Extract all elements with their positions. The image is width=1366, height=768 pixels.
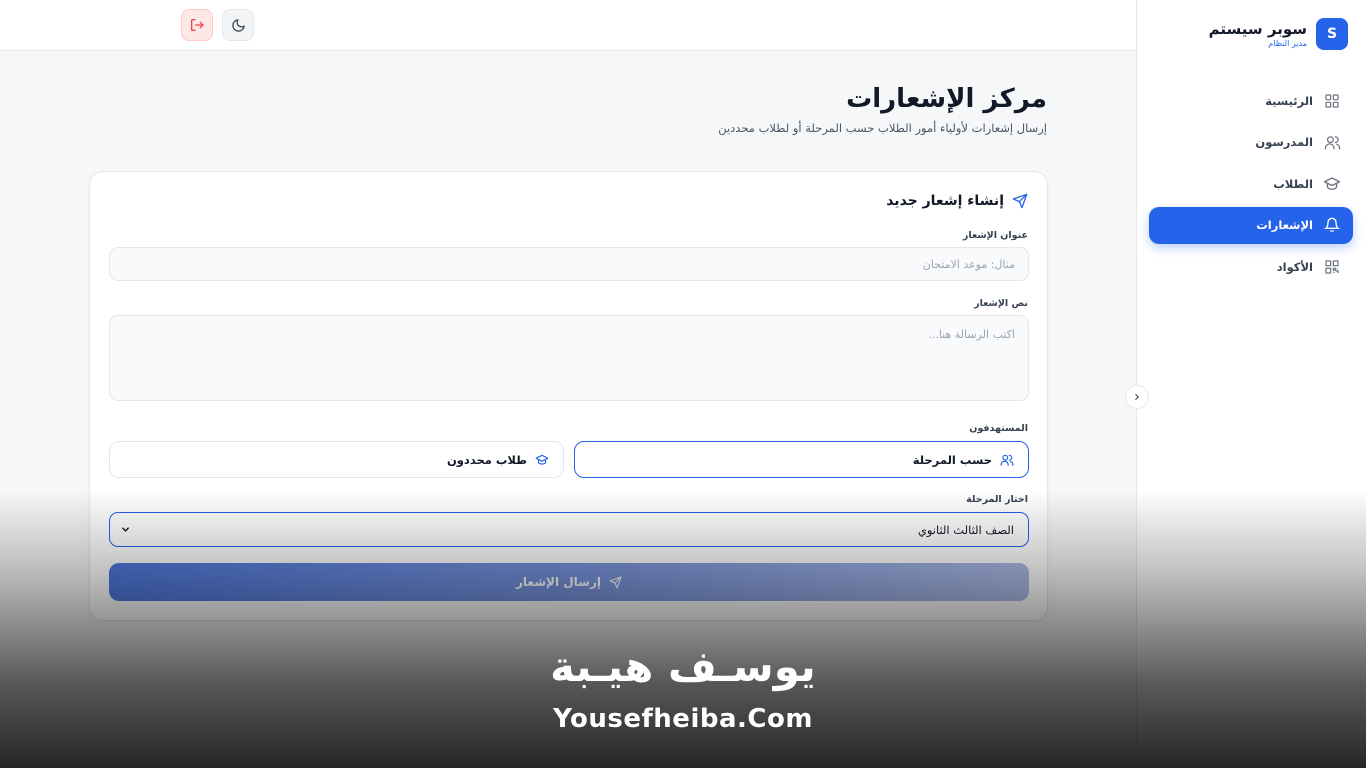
targets-label: المستهدفون [969,423,1028,434]
sidebar-item-label: الإشعارات [1256,218,1313,232]
bell-icon [1323,216,1341,234]
sidebar-item-home[interactable]: الرئيسية [1149,82,1353,119]
sidebar-item-label: المدرسون [1255,135,1313,149]
qr-code-icon [1323,258,1341,276]
chevron-down-icon [120,524,131,535]
target-by-stage-option[interactable]: حسب المرحلة [574,441,1029,478]
topbar [0,0,1136,51]
users-icon [1000,453,1014,467]
sidebar-item-label: الأكواد [1276,259,1313,274]
users-icon [1323,133,1341,151]
title-label: عنوان الإشعار [962,230,1028,241]
brand-badge: S [1316,18,1348,50]
send-icon [1012,193,1028,209]
target-specific-students-label: طلاب محددون [446,452,527,467]
page-subtitle: إرسال إشعارات لأولياء أمور الطلاب حسب ال… [718,121,1047,135]
card-title: إنشاء إشعار جديد [886,193,1028,209]
sidebar-item-label: الطلاب [1273,176,1313,191]
card-title-text: إنشاء إشعار جديد [886,193,1004,209]
stage-select-value: الصف الثالث الثانوي [917,522,1014,537]
notification-body-input[interactable] [109,315,1029,401]
notification-form-card: إنشاء إشعار جديد عنوان الإشعار نص الإشعا… [89,171,1048,621]
graduation-cap-icon [535,453,549,467]
target-by-stage-label: حسب المرحلة [912,452,992,467]
sidebar-item-students[interactable]: الطلاب [1149,165,1353,202]
moon-icon [231,18,246,33]
chevron-right-icon [1132,392,1142,402]
page-title: مركز الإشعارات [846,84,1047,114]
brand-subtitle: مدير النظام [1268,38,1307,48]
body-label: نص الإشعار [974,298,1028,309]
graduation-cap-icon [1323,175,1341,193]
sidebar-item-label: الرئيسية [1265,93,1313,108]
stage-label: اختار المرحلة [966,494,1028,505]
sidebar-item-codes[interactable]: الأكواد [1149,248,1353,285]
watermark-english: Yousefheiba.Com [553,704,813,734]
notification-title-input[interactable] [109,247,1029,281]
sidebar-collapse-button[interactable] [1125,385,1149,409]
target-specific-students-option[interactable]: طلاب محددون [109,441,564,478]
theme-toggle-button[interactable] [222,9,254,41]
logout-button[interactable] [181,9,213,41]
stage-select[interactable]: الصف الثالث الثانوي [109,512,1029,547]
logout-icon [189,17,205,33]
grid-icon [1323,92,1341,110]
watermark-arabic: يوسـف هيـبة [550,642,816,691]
brand: S سوبر سيستم مدير النظام [1209,18,1348,50]
send-notification-button[interactable]: إرسال الإشعار [109,563,1029,601]
send-notification-label: إرسال الإشعار [516,575,601,589]
sidebar-nav: الرئيسية المدرسون الطلاب الإشعارات الأكو… [1149,82,1353,290]
sidebar-item-teachers[interactable]: المدرسون [1149,124,1353,161]
brand-title: سوبر سيستم [1208,19,1307,38]
send-icon [609,576,622,589]
sidebar-item-notifications[interactable]: الإشعارات [1149,206,1353,244]
